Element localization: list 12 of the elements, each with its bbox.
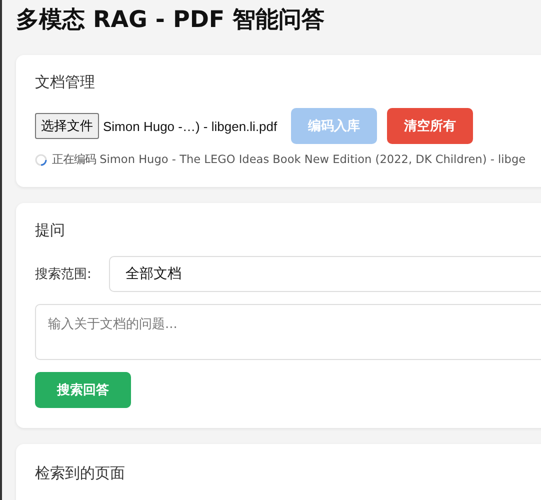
section-heading: 提问 [35, 221, 66, 240]
page-title: 多模态 RAG - PDF 智能问答 [16, 6, 326, 35]
section-heading: 文档管理 [35, 73, 96, 92]
choose-file-button[interactable]: 选择文件 [35, 113, 99, 139]
status-text: 正在编码 Simon Hugo - The LEGO Ideas Book New Edition (2022, DK Children) - libge [52, 152, 526, 167]
file-name: Simon Hugo -…) - libgen.li.pdf [103, 118, 278, 134]
question-field[interactable]: 输入关于文档的问题... [35, 304, 541, 360]
clear-all-button[interactable]: 清空所有 [387, 108, 474, 144]
section-heading: 检索到的页面 [35, 464, 126, 483]
search-button[interactable]: 搜索回答 [35, 372, 131, 408]
scope-select[interactable]: 全部文档 [109, 256, 541, 292]
scope-label: 搜索范围: [35, 266, 92, 283]
